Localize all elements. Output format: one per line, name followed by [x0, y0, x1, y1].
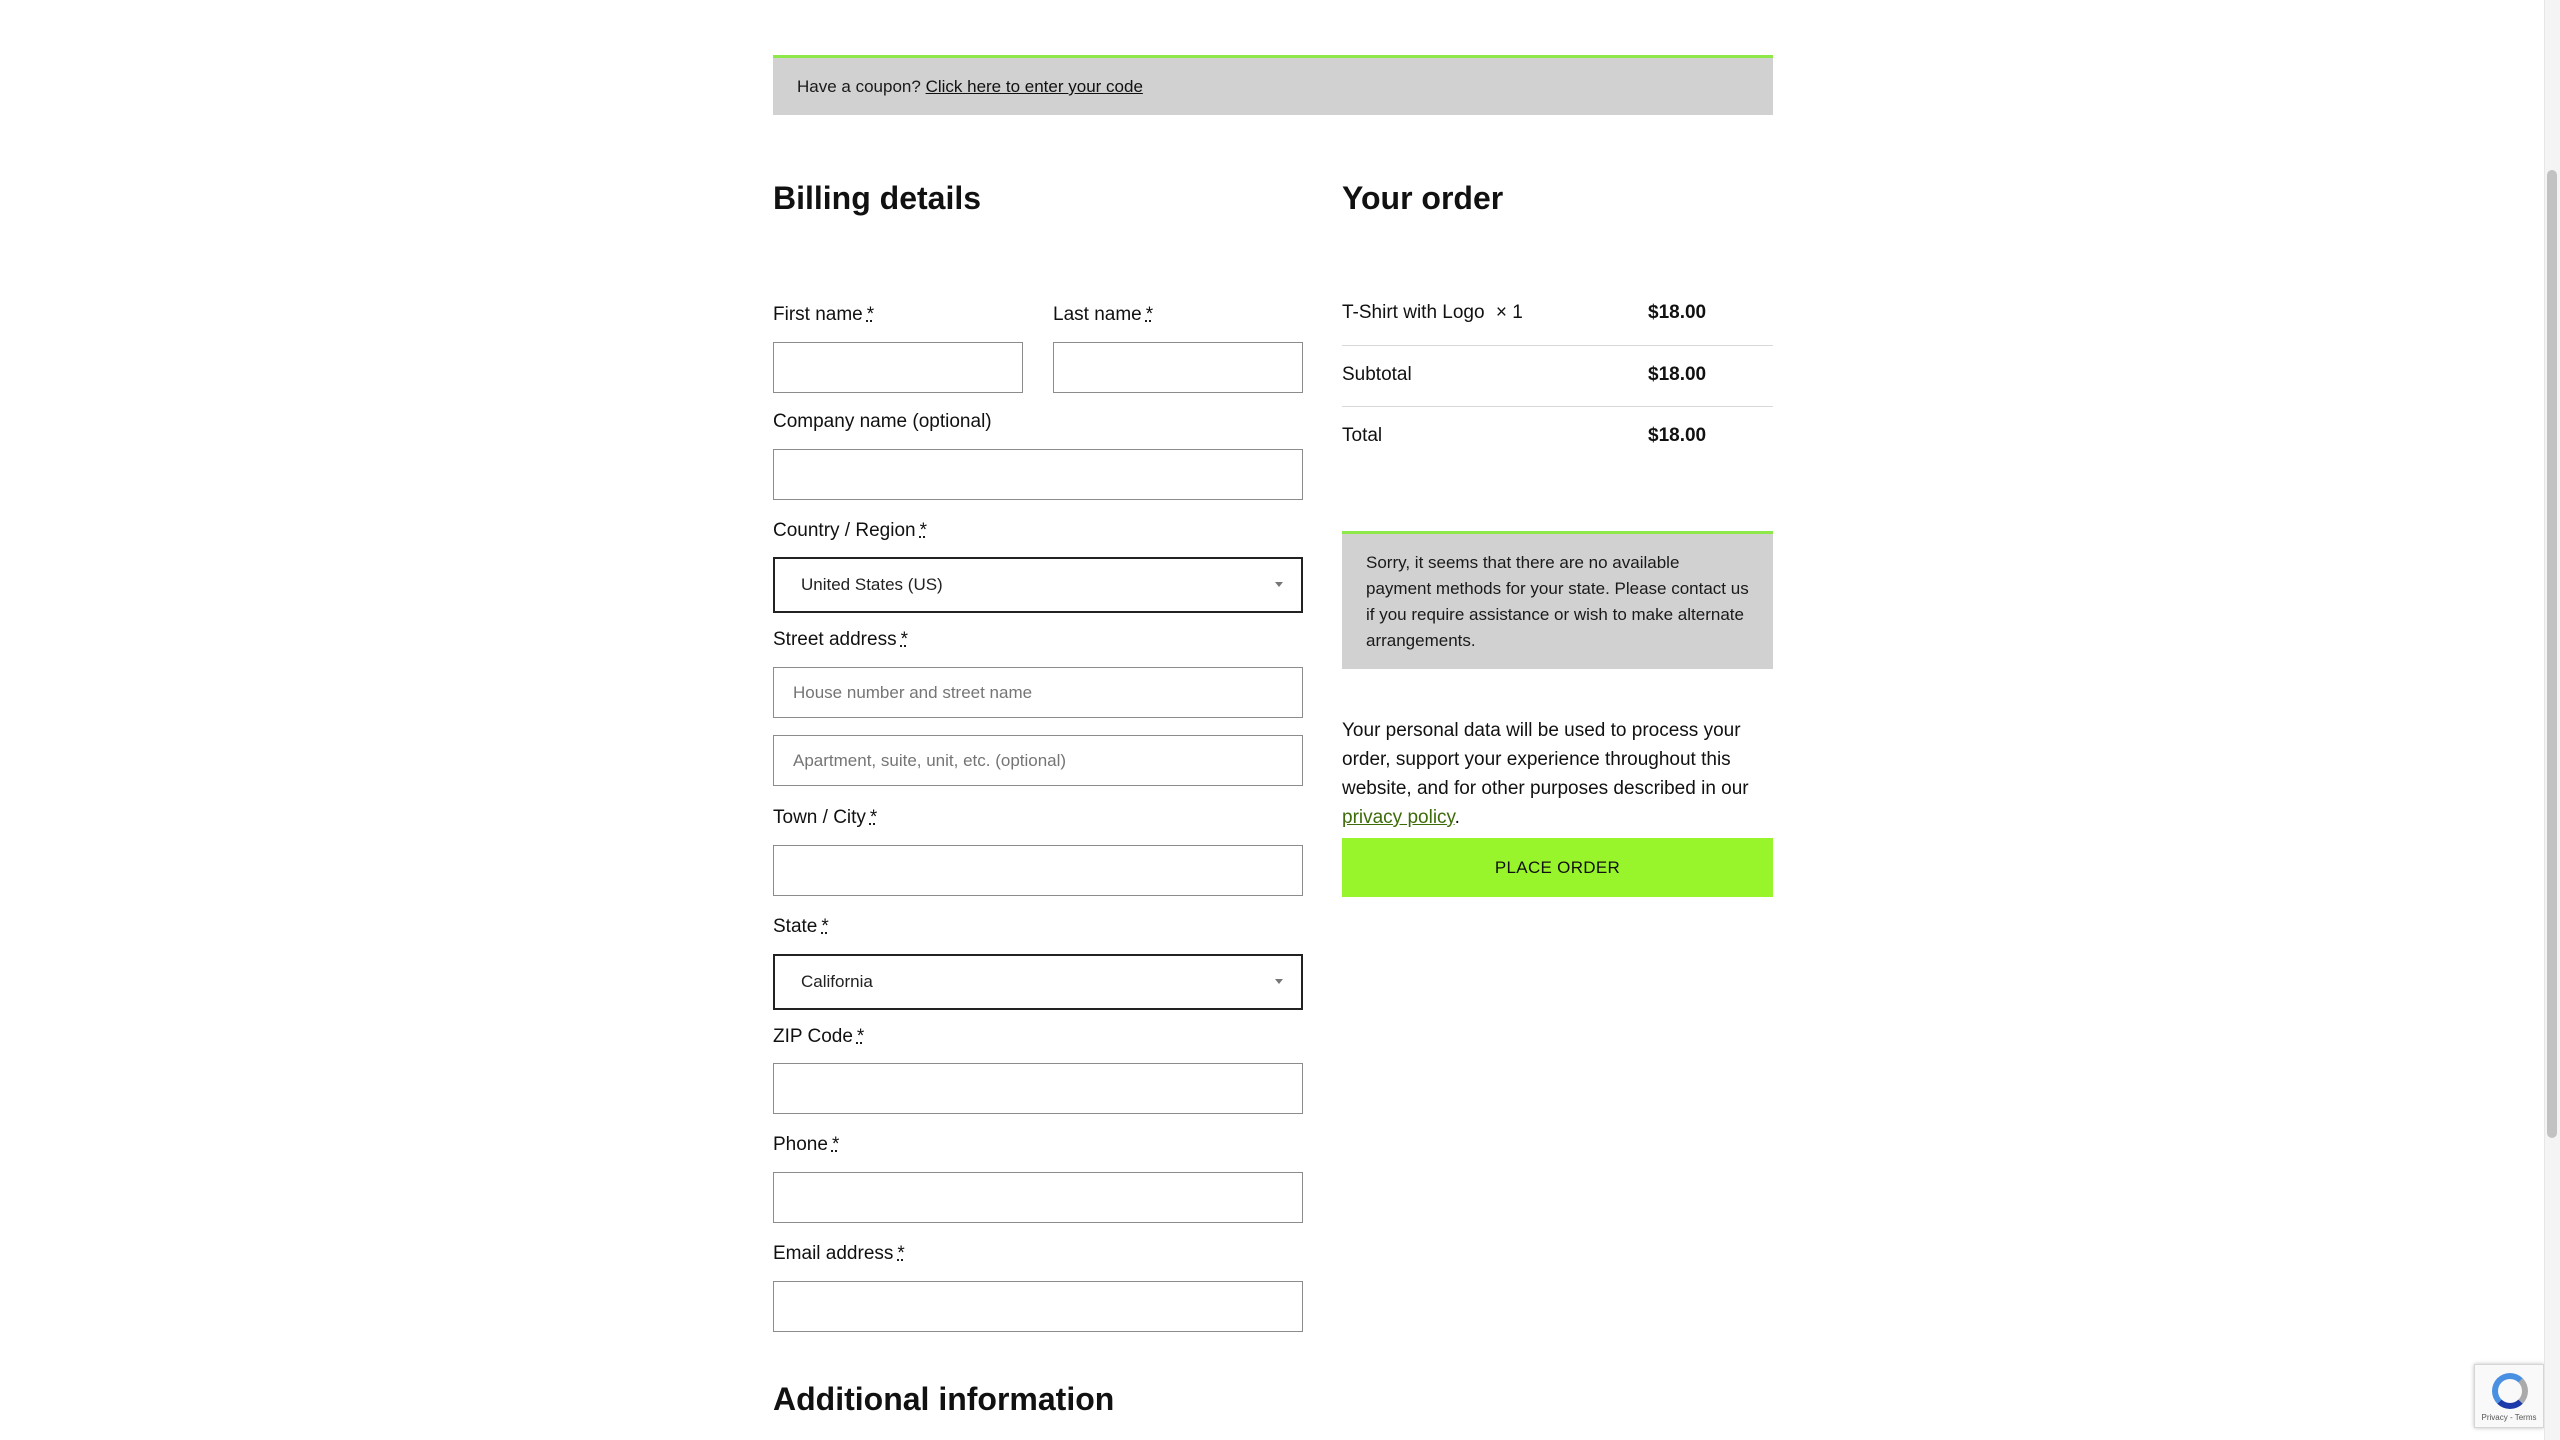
required-marker: * — [869, 807, 878, 828]
required-marker: * — [900, 629, 908, 650]
required-marker: * — [821, 916, 829, 937]
divider — [1342, 406, 1773, 407]
no-payment-methods-notice: Sorry, it seems that there are no availa… — [1342, 531, 1773, 669]
state-select[interactable]: California — [773, 954, 1303, 1010]
privacy-text: Your personal data will be used to proce… — [1342, 720, 1749, 799]
state-label: State * — [773, 916, 829, 937]
subtotal-row: Subtotal $18.00 — [1342, 364, 1773, 386]
required-marker: * — [919, 520, 927, 541]
first-name-input[interactable] — [773, 342, 1023, 393]
recaptcha-icon — [2492, 1373, 2528, 1409]
country-label: Country / Region * — [773, 520, 927, 541]
state-selected-value: California — [801, 972, 873, 991]
email-address-label: Email address * — [773, 1243, 905, 1264]
total-row: Total $18.00 — [1342, 425, 1773, 447]
total-value: $18.00 — [1648, 425, 1707, 446]
billing-details-heading: Billing details — [773, 180, 982, 216]
total-label: Total — [1342, 425, 1383, 446]
country-selected-value: United States (US) — [801, 575, 943, 594]
recaptcha-badge[interactable]: Privacy - Terms — [2474, 1364, 2544, 1428]
phone-input[interactable] — [773, 1172, 1303, 1223]
street-address-2-input[interactable] — [773, 735, 1303, 786]
coupon-prompt: Have a coupon? — [797, 77, 921, 96]
street-address-input[interactable] — [773, 667, 1303, 718]
scrollbar[interactable] — [2544, 0, 2560, 1440]
company-name-label: Company name (optional) — [773, 411, 992, 432]
email-address-input[interactable] — [773, 1281, 1303, 1332]
last-name-input[interactable] — [1053, 342, 1303, 393]
additional-information-heading: Additional information — [773, 1381, 1115, 1417]
phone-label: Phone * — [773, 1134, 840, 1155]
order-item-row: T-Shirt with Logo × 1 $18.00 — [1342, 302, 1773, 324]
recaptcha-terms[interactable]: Privacy - Terms — [2475, 1413, 2543, 1422]
city-label: Town / City * — [773, 807, 878, 828]
item-price: $18.00 — [1648, 302, 1707, 323]
item-quantity: × 1 — [1495, 302, 1523, 323]
dropdown-arrow-icon — [1275, 582, 1283, 587]
city-input[interactable] — [773, 845, 1303, 896]
street-address-label: Street address * — [773, 629, 908, 650]
item-name: T-Shirt with Logo — [1342, 302, 1485, 323]
required-marker: * — [831, 1134, 840, 1155]
required-marker: * — [897, 1243, 905, 1264]
required-marker: * — [1145, 304, 1154, 325]
privacy-policy-link[interactable]: privacy policy — [1342, 807, 1455, 828]
your-order-heading: Your order — [1342, 180, 1504, 216]
enter-coupon-link[interactable]: Click here to enter your code — [926, 77, 1143, 96]
zip-code-input[interactable] — [773, 1063, 1303, 1114]
privacy-notice: Your personal data will be used to proce… — [1342, 716, 1778, 832]
place-order-button[interactable]: PLACE ORDER — [1342, 838, 1773, 897]
first-name-label: First name * — [773, 304, 875, 325]
coupon-notice: Have a coupon? Click here to enter your … — [773, 55, 1773, 115]
required-marker: * — [866, 304, 875, 325]
country-select[interactable]: United States (US) — [773, 557, 1303, 613]
dropdown-arrow-icon — [1275, 979, 1283, 984]
scrollbar-thumb[interactable] — [2547, 170, 2557, 1138]
last-name-label: Last name * — [1053, 304, 1154, 325]
divider — [1342, 345, 1773, 346]
required-marker: * — [856, 1026, 865, 1047]
subtotal-value: $18.00 — [1648, 364, 1707, 385]
company-name-input[interactable] — [773, 449, 1303, 500]
zip-code-label: ZIP Code * — [773, 1026, 865, 1047]
privacy-period: . — [1454, 807, 1460, 828]
subtotal-label: Subtotal — [1342, 364, 1412, 385]
